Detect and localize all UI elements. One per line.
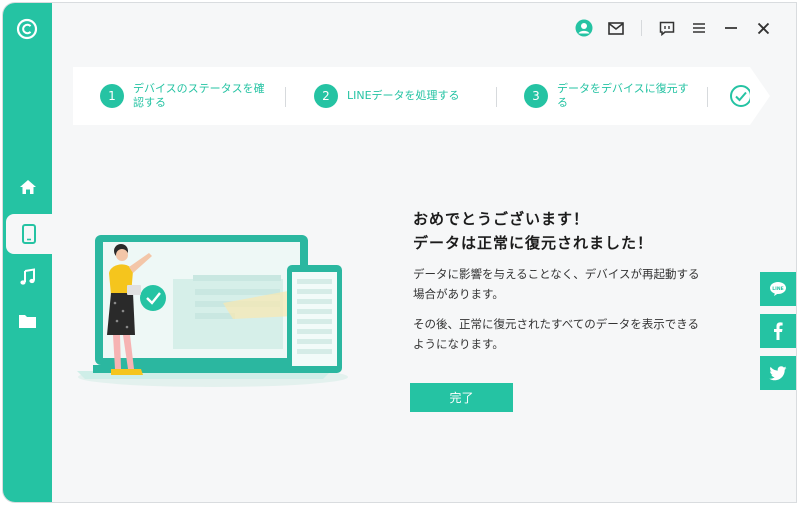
step-label: データをデバイスに復元す る	[557, 82, 689, 109]
close-icon	[757, 22, 769, 34]
line-icon: LINE	[770, 282, 786, 296]
twitter-icon	[769, 365, 787, 380]
step-label: デバイスのステータスを確 認する	[133, 82, 265, 109]
share-twitter-button[interactable]	[760, 356, 796, 390]
step-divider	[496, 87, 497, 107]
app-window: 1 デバイスのステータスを確 認する 2 LINEデータを処理する 3 データを…	[3, 3, 796, 502]
step-1: 1 デバイスのステータスを確 認する	[100, 67, 265, 125]
svg-text:LINE: LINE	[772, 286, 783, 292]
title-bar-controls	[573, 17, 774, 39]
view-data-notice: その後、正常に復元されたすべてのデータを表示できる ようになります。	[413, 317, 700, 351]
menu-button[interactable]	[688, 17, 710, 39]
step-divider	[707, 87, 708, 107]
step-label: LINEデータを処理する	[347, 89, 460, 102]
mail-icon	[608, 21, 624, 35]
step-2: 2 LINEデータを処理する	[314, 67, 460, 125]
share-line-button[interactable]: LINE	[760, 272, 796, 306]
progress-steps: 1 デバイスのステータスを確 認する 2 LINEデータを処理する 3 データを…	[73, 67, 752, 125]
success-title: おめでとうございます！ データは正常に復元されました！	[413, 210, 654, 252]
user-icon	[575, 19, 593, 37]
restart-notice: データに影響を与えることなく、デバイスが再起動する 場合があります。	[413, 267, 700, 301]
done-button[interactable]: 完了	[410, 383, 513, 412]
phone-icon	[22, 224, 36, 244]
step-divider	[285, 87, 286, 107]
step-number: 1	[100, 84, 124, 108]
sidebar	[3, 3, 52, 502]
music-icon	[19, 268, 35, 285]
steps-bar-arrow	[750, 67, 770, 125]
sidebar-item-home[interactable]	[3, 167, 52, 207]
minimize-icon	[725, 27, 737, 29]
feedback-icon	[659, 21, 675, 36]
home-icon	[19, 180, 36, 194]
share-facebook-button[interactable]	[760, 314, 796, 348]
step-number: 2	[314, 84, 338, 108]
step-number: 3	[524, 84, 548, 108]
folder-icon	[19, 315, 36, 328]
sidebar-item-folder[interactable]	[3, 301, 52, 341]
sidebar-item-device[interactable]	[6, 214, 52, 254]
user-account-button[interactable]	[573, 17, 595, 39]
app-logo-icon	[16, 18, 38, 40]
mail-button[interactable]	[605, 17, 627, 39]
minimize-button[interactable]	[720, 17, 742, 39]
sidebar-item-music[interactable]	[3, 257, 52, 297]
success-illustration	[77, 235, 348, 387]
feedback-button[interactable]	[656, 17, 678, 39]
toolbar-divider	[641, 20, 642, 36]
facebook-icon	[774, 322, 783, 340]
step-3: 3 データをデバイスに復元す る	[524, 67, 689, 125]
close-button[interactable]	[752, 17, 774, 39]
menu-icon	[693, 23, 705, 33]
